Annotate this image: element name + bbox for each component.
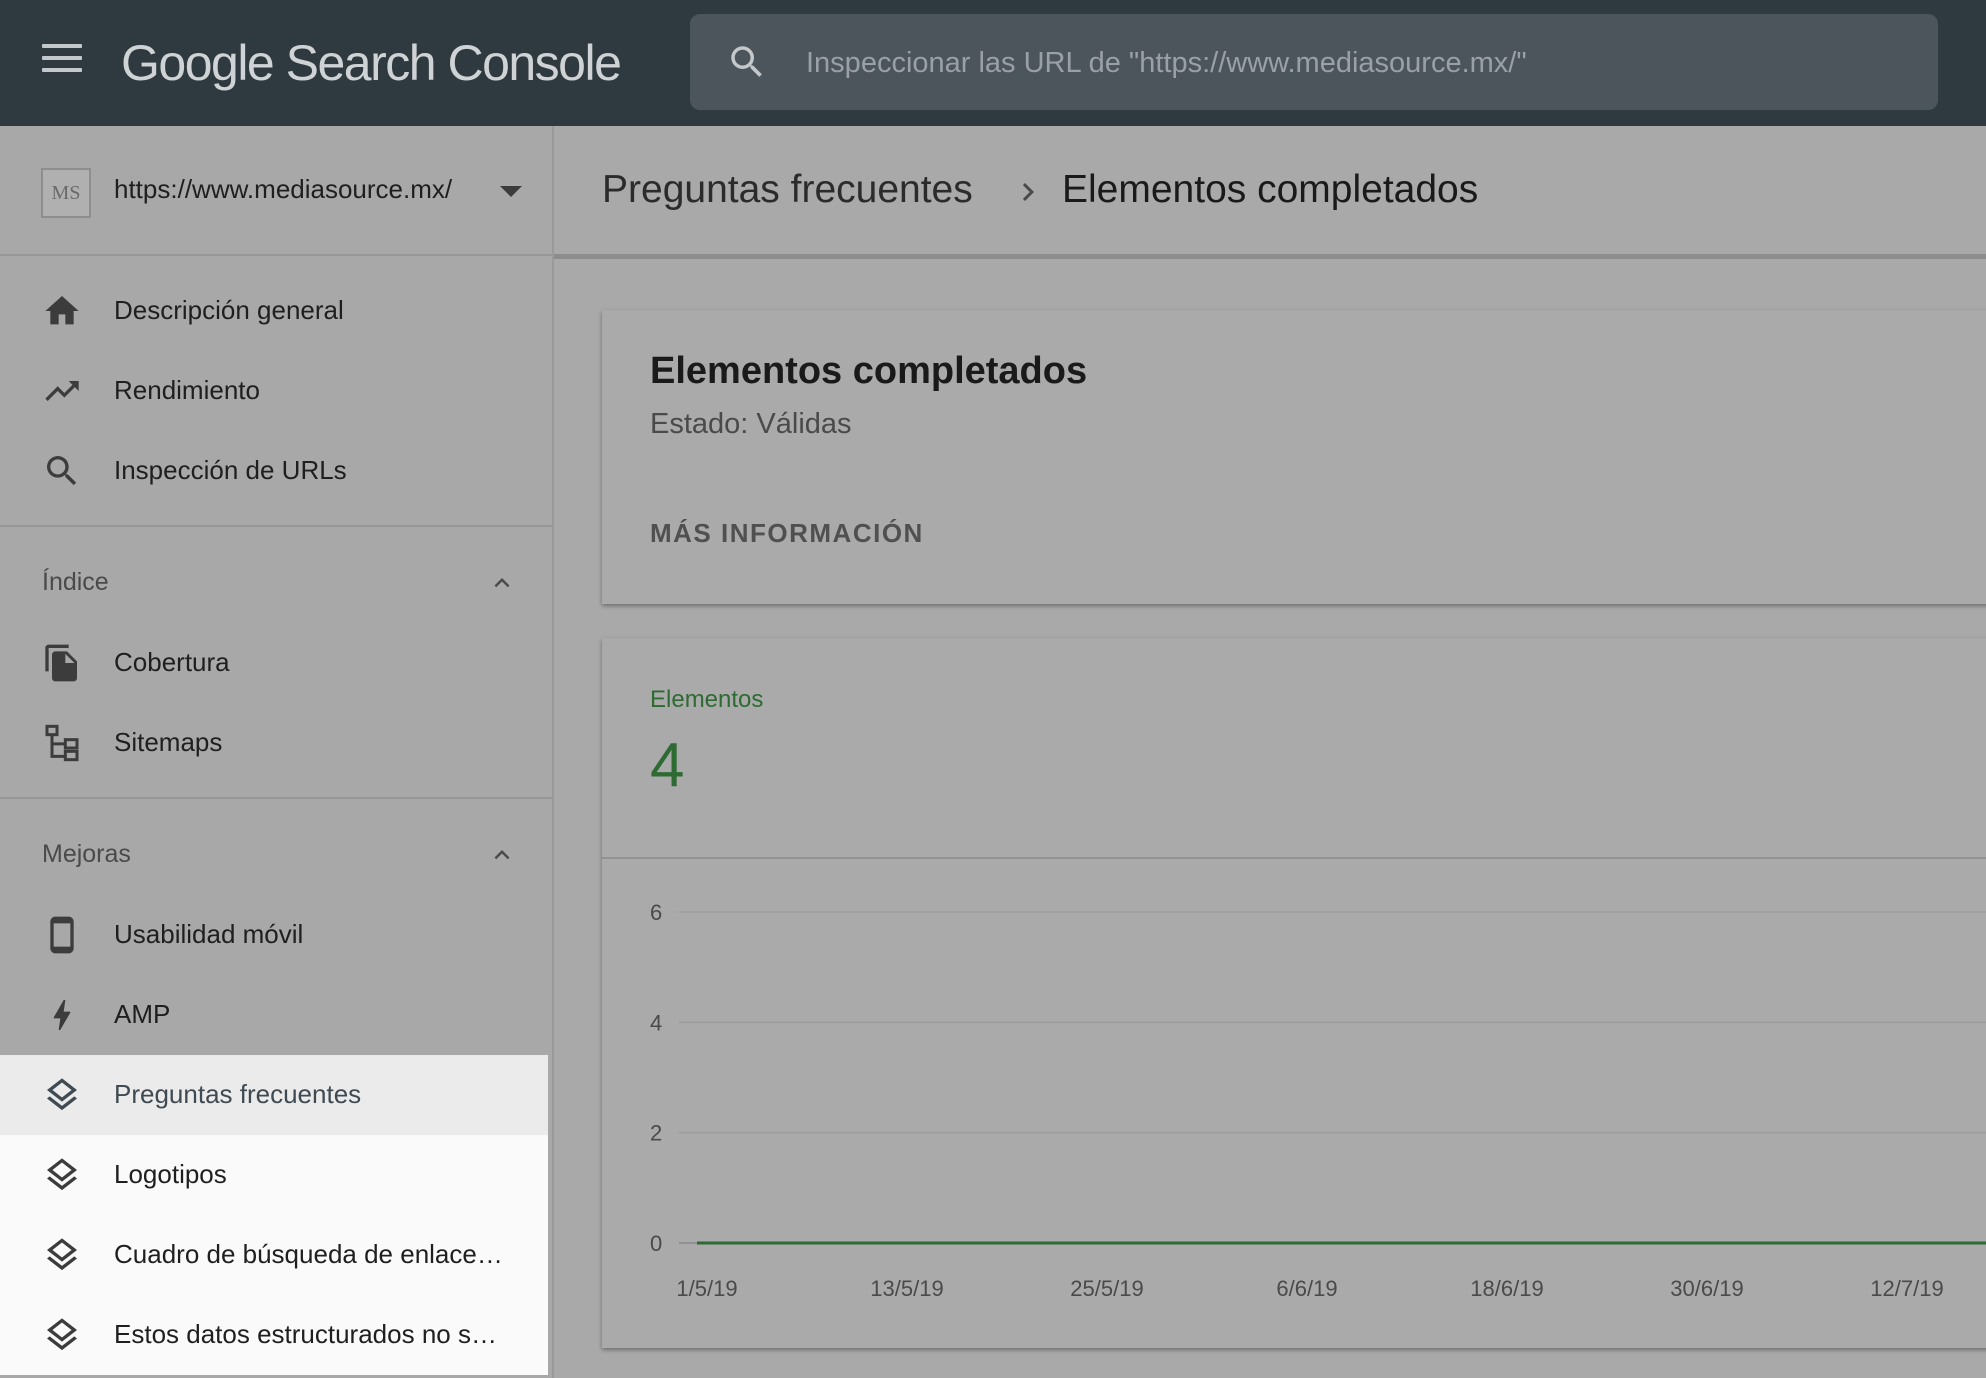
property-url: https://www.mediasource.mx/ bbox=[114, 174, 453, 204]
app-logo-product: Search Console bbox=[285, 35, 622, 91]
metric-label: Elementos bbox=[650, 686, 764, 713]
app-logo-brand: Google bbox=[121, 35, 275, 91]
sidebar-item-logos[interactable]: Logotipos bbox=[0, 1135, 548, 1215]
sidebar-item-amp[interactable]: AMP bbox=[0, 975, 548, 1055]
chart-y-tick-label: 0 bbox=[650, 1231, 662, 1256]
sidebar-item-label: Inspección de URLs bbox=[114, 455, 347, 485]
layers-icon bbox=[42, 1315, 82, 1355]
url-inspection-input[interactable] bbox=[804, 38, 1888, 88]
layers-icon bbox=[42, 1235, 82, 1275]
chart-x-tick-label: 25/5/19 bbox=[1070, 1276, 1143, 1301]
layers-icon bbox=[42, 1155, 82, 1195]
status-text: Estado: Válidas bbox=[650, 408, 852, 440]
property-logo: MS bbox=[41, 168, 91, 218]
sitemap-icon bbox=[42, 723, 82, 763]
search-icon[interactable] bbox=[726, 41, 768, 88]
smartphone-icon bbox=[42, 915, 82, 955]
section-title: Mejoras bbox=[42, 840, 131, 868]
search-icon bbox=[42, 451, 82, 491]
sidebar-item-label: Usabilidad móvil bbox=[114, 919, 304, 949]
sidebar-item-label: Preguntas frecuentes bbox=[114, 1079, 362, 1109]
sidebar-item-label: AMP bbox=[114, 999, 171, 1029]
chart-x-tick-label: 6/6/19 bbox=[1276, 1276, 1337, 1301]
home-icon bbox=[42, 291, 82, 331]
breadcrumb-current: Elementos completados bbox=[1062, 168, 1479, 211]
layers-icon bbox=[42, 1075, 82, 1115]
chevron-up-icon bbox=[487, 568, 517, 603]
section-header-enhancements[interactable]: Mejoras bbox=[0, 824, 548, 884]
chevron-up-icon bbox=[487, 840, 517, 875]
breadcrumb-parent-link[interactable]: Preguntas frecuentes bbox=[602, 168, 973, 212]
main-content: Preguntas frecuentes Elementos completad… bbox=[554, 126, 1986, 1378]
hamburger-menu-icon[interactable] bbox=[42, 44, 82, 78]
sidebar-item-label: Rendimiento bbox=[114, 375, 260, 405]
sidebar-item-unparsable-structured-data[interactable]: Estos datos estructurados no s… bbox=[0, 1295, 548, 1375]
chart-x-tick-label: 1/5/19 bbox=[676, 1276, 737, 1301]
sidebar-item-label: Descripción general bbox=[114, 295, 344, 325]
section-title: Índice bbox=[42, 568, 109, 596]
items-line-chart: 0 2 4 6 1/5/19 13/5/19 25/5/19 6/6/19 18/6/19 30/… bbox=[650, 900, 1986, 1301]
chart-y-tick-label: 4 bbox=[650, 1010, 662, 1035]
sidebar-item-label: Cuadro de búsqueda de enlace… bbox=[114, 1239, 503, 1269]
sidebar-item-label: Logotipos bbox=[114, 1159, 227, 1189]
status-summary-card: Elementos completados Estado: Válidas MÁ… bbox=[602, 310, 1986, 604]
file-copy-icon bbox=[42, 643, 82, 683]
top-app-bar: Google Search Console bbox=[0, 0, 1986, 126]
sidebar-divider bbox=[0, 525, 552, 527]
metric-value: 4 bbox=[650, 731, 685, 800]
sidebar-item-coverage[interactable]: Cobertura bbox=[0, 623, 548, 703]
sidebar-item-url-inspection[interactable]: Inspección de URLs bbox=[0, 431, 548, 511]
app-logo[interactable]: Google Search Console bbox=[121, 34, 622, 92]
url-inspection-search-bar bbox=[690, 14, 1938, 110]
chevron-right-icon bbox=[1010, 174, 1046, 215]
sidebar-item-mobile-usability[interactable]: Usabilidad móvil bbox=[0, 895, 548, 975]
section-header-index[interactable]: Índice bbox=[0, 552, 548, 612]
items-chart-card: Elementos 4 0 2 4 6 1/5/19 13/5/19 25/5/19 6/6/… bbox=[602, 638, 1986, 1348]
trending-up-icon bbox=[42, 371, 82, 411]
sidebar-item-label: Sitemaps bbox=[114, 727, 223, 757]
chart-x-tick-label: 12/7/19 bbox=[1870, 1276, 1943, 1301]
property-selector[interactable]: MS https://www.mediasource.mx/ bbox=[0, 126, 552, 256]
sidebar-divider bbox=[0, 797, 552, 799]
sidebar-item-label: Estos datos estructurados no s… bbox=[114, 1319, 497, 1349]
chart-y-tick-label: 2 bbox=[650, 1121, 662, 1146]
sidebar-item-faq[interactable]: Preguntas frecuentes bbox=[0, 1055, 548, 1135]
breadcrumb: Preguntas frecuentes Elementos completad… bbox=[554, 126, 1986, 259]
card-title: Elementos completados bbox=[650, 350, 1088, 392]
chart-x-tick-label: 30/6/19 bbox=[1670, 1276, 1743, 1301]
bolt-icon bbox=[42, 995, 82, 1035]
sidebar-item-sitemaps[interactable]: Sitemaps bbox=[0, 703, 548, 783]
chart-x-tick-label: 18/6/19 bbox=[1470, 1276, 1543, 1301]
dropdown-arrow-icon[interactable] bbox=[500, 186, 522, 197]
chart-x-tick-label: 13/5/19 bbox=[870, 1276, 943, 1301]
more-info-link[interactable]: MÁS INFORMACIÓN bbox=[650, 518, 924, 549]
sidebar-item-sitelinks-searchbox[interactable]: Cuadro de búsqueda de enlace… bbox=[0, 1215, 548, 1295]
sidebar-nav: MS https://www.mediasource.mx/ Descripci… bbox=[0, 126, 554, 1378]
sidebar-item-overview[interactable]: Descripción general bbox=[0, 271, 548, 351]
sidebar-item-label: Cobertura bbox=[114, 647, 230, 677]
chart-y-tick-label: 6 bbox=[650, 900, 662, 925]
sidebar-item-performance[interactable]: Rendimiento bbox=[0, 351, 548, 431]
